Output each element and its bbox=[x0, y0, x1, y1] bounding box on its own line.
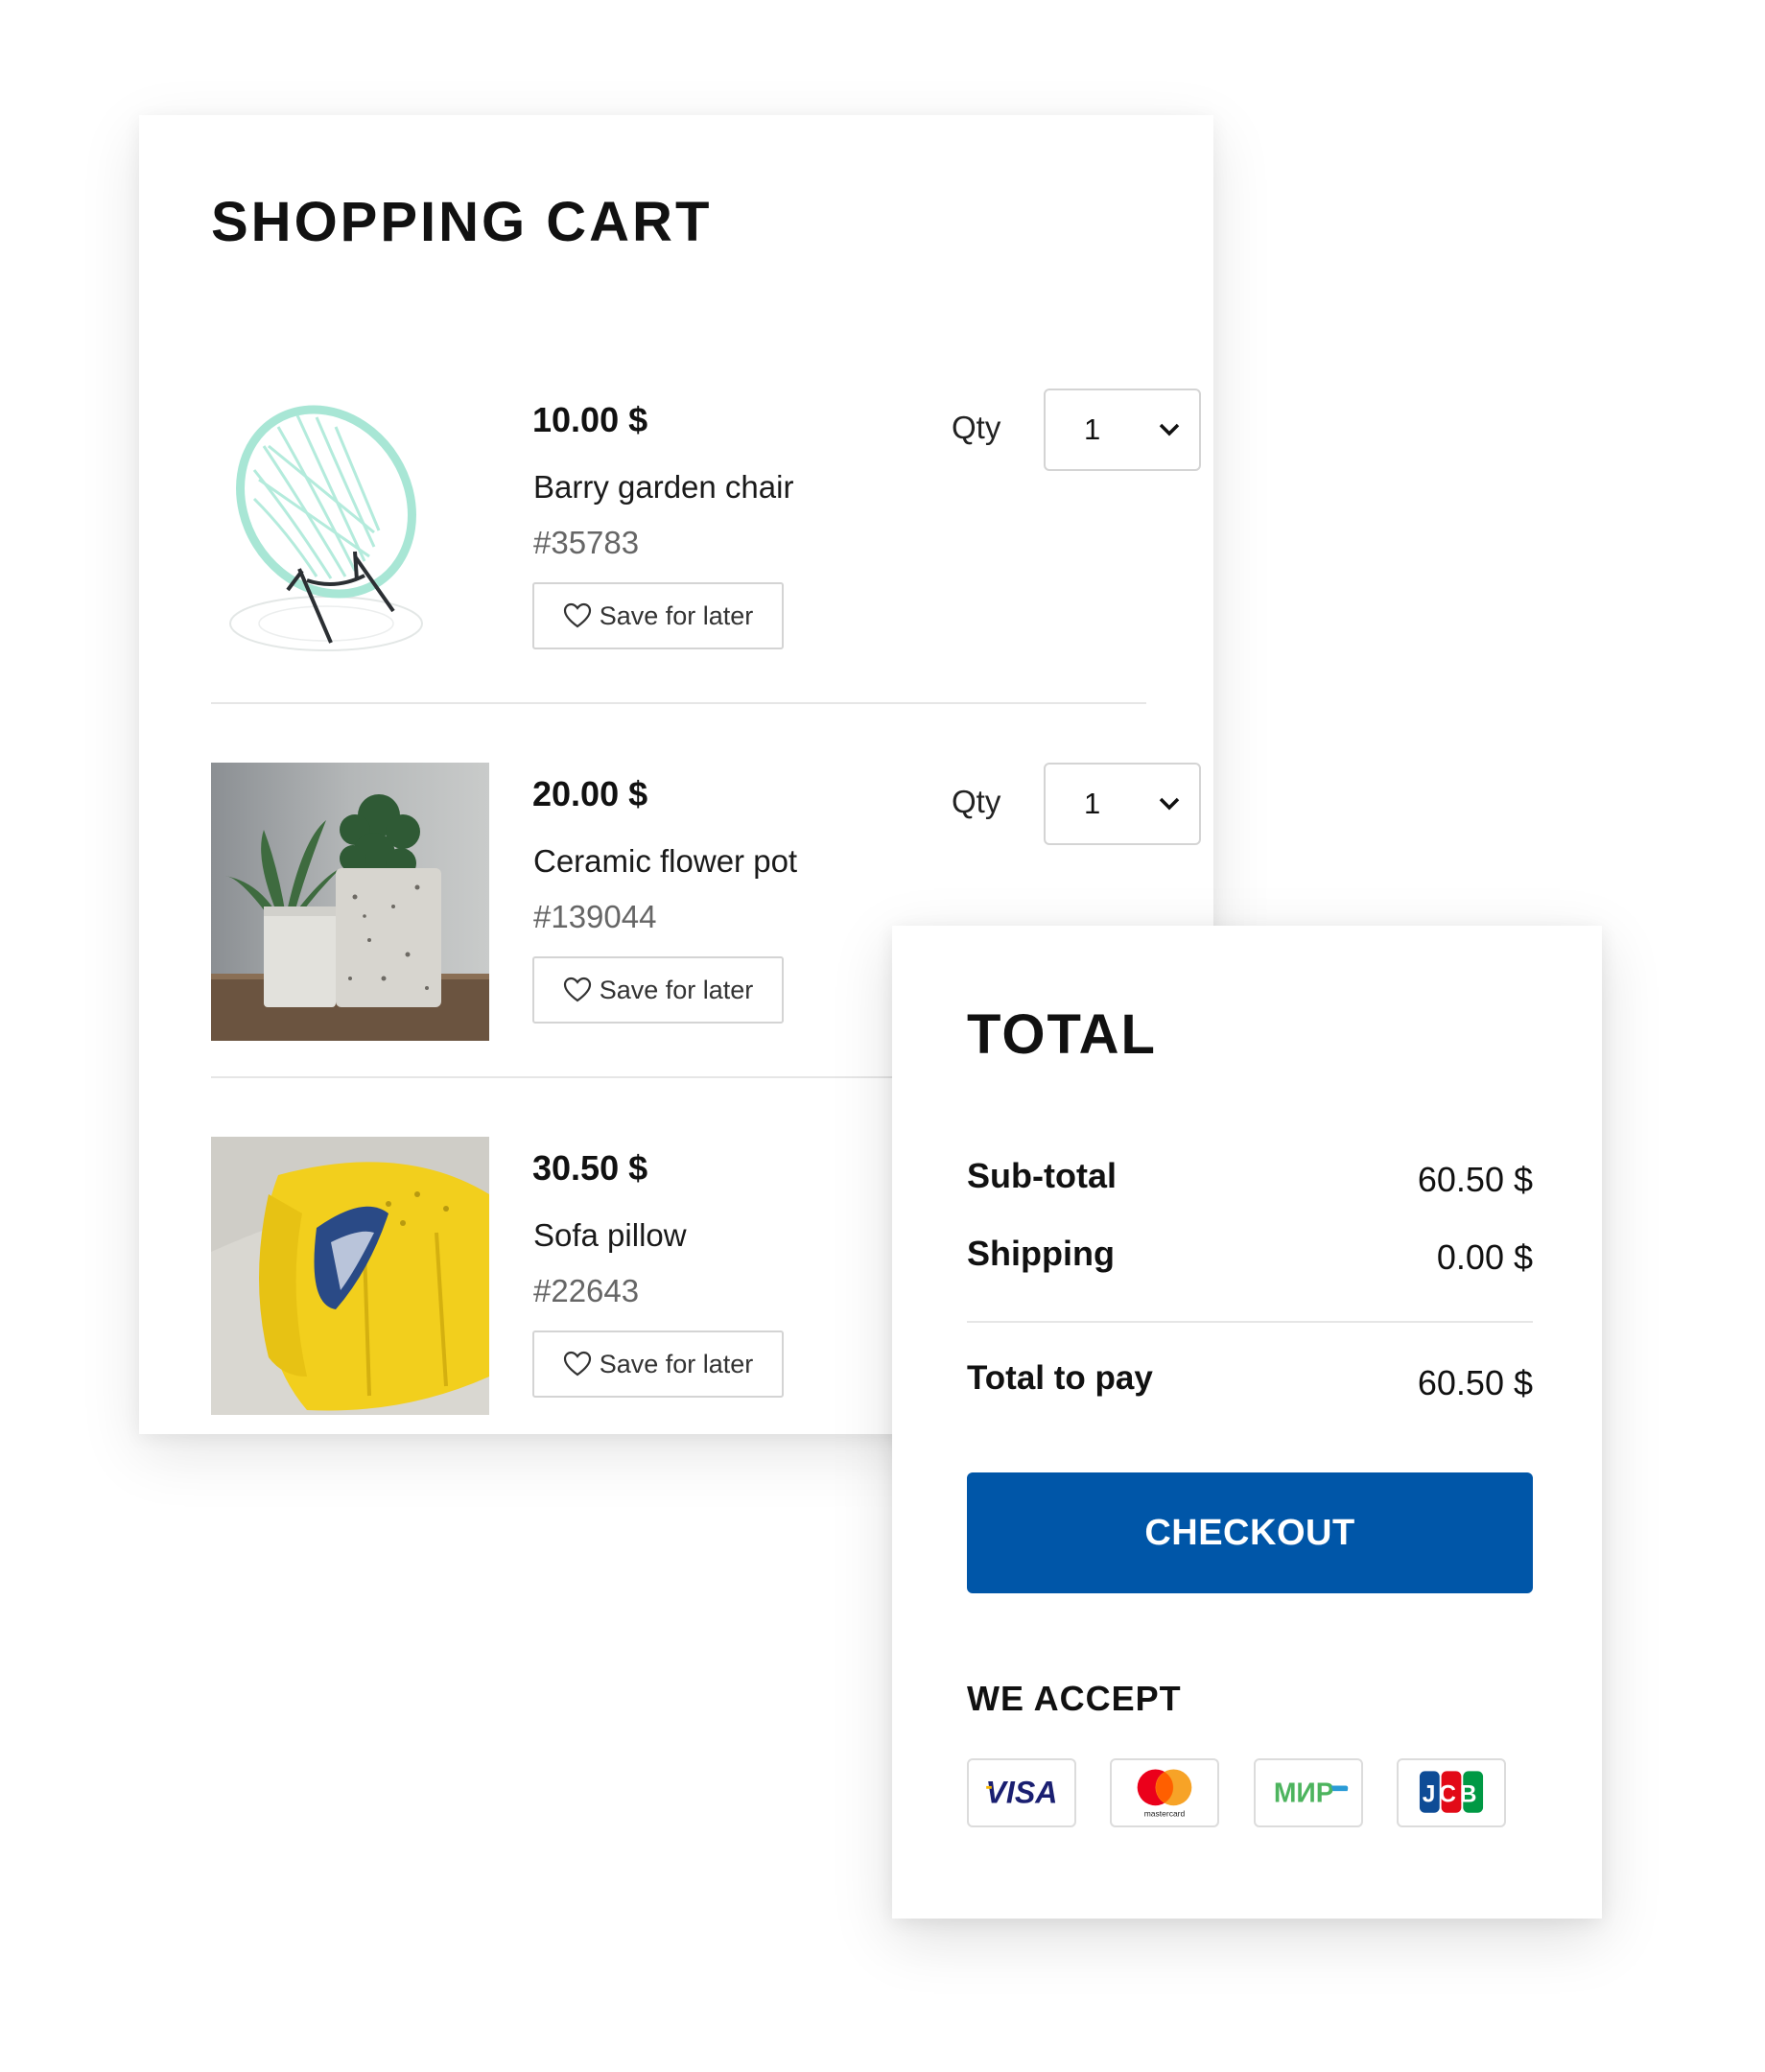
product-image-sofa-pillow bbox=[211, 1137, 489, 1415]
save-for-later-label: Save for later bbox=[599, 975, 754, 1004]
heart-icon bbox=[563, 1351, 591, 1377]
item-name[interactable]: Ceramic flower pot bbox=[533, 843, 797, 880]
mir-icon: МИР bbox=[1254, 1758, 1363, 1827]
we-accept-title: WE ACCEPT bbox=[967, 1679, 1182, 1718]
heart-icon bbox=[563, 602, 591, 628]
save-for-later-label: Save for later bbox=[599, 600, 754, 630]
save-for-later-label: Save for later bbox=[599, 1349, 754, 1378]
subtotal-value: 60.50 $ bbox=[1417, 1160, 1533, 1199]
jcb-icon: JCB bbox=[1397, 1758, 1506, 1827]
item-price: 10.00 $ bbox=[532, 400, 648, 439]
save-for-later-button[interactable]: Save for later bbox=[532, 582, 784, 649]
total-panel: TOTAL Sub-total 60.50 $ Shipping 0.00 $ … bbox=[892, 926, 1602, 1919]
item-name[interactable]: Barry garden chair bbox=[533, 469, 793, 506]
jcb-text: JCB bbox=[1423, 1781, 1480, 1807]
subtotal-row: Sub-total 60.50 $ bbox=[967, 1156, 1533, 1204]
product-image-flower-pot bbox=[211, 763, 489, 1041]
page: SHOPPING CART 10.00 $ Barry garden chair… bbox=[0, 0, 1765, 2072]
cart-item: 10.00 $ Barry garden chair #35783 Save f… bbox=[211, 388, 1201, 667]
item-sku: #35783 bbox=[533, 525, 640, 560]
item-price: 30.50 $ bbox=[532, 1148, 648, 1188]
shipping-row: Shipping 0.00 $ bbox=[967, 1234, 1533, 1282]
item-sku: #22643 bbox=[533, 1273, 640, 1308]
shipping-value: 0.00 $ bbox=[1436, 1237, 1533, 1277]
total-to-pay-label: Total to pay bbox=[967, 1359, 1153, 1397]
checkout-button[interactable]: CHECKOUT bbox=[967, 1472, 1533, 1593]
summary-divider bbox=[967, 1321, 1533, 1323]
shipping-label: Shipping bbox=[967, 1234, 1115, 1273]
total-to-pay-value: 60.50 $ bbox=[1417, 1363, 1533, 1402]
quantity-select[interactable]: 1 bbox=[1044, 388, 1201, 471]
quantity-value: 1 bbox=[1084, 412, 1101, 446]
item-price: 20.00 $ bbox=[532, 774, 648, 813]
quantity-value: 1 bbox=[1084, 787, 1101, 820]
save-for-later-button[interactable]: Save for later bbox=[532, 1330, 784, 1398]
chevron-down-icon bbox=[1159, 423, 1180, 436]
mir-text: МИР bbox=[1274, 1778, 1334, 1808]
cart-title: SHOPPING CART bbox=[211, 191, 713, 253]
quantity-select[interactable]: 1 bbox=[1044, 763, 1201, 845]
item-sku: #139044 bbox=[533, 899, 657, 934]
visa-icon: VISA bbox=[967, 1758, 1076, 1827]
total-to-pay-row: Total to pay 60.50 $ bbox=[967, 1359, 1533, 1407]
visa-text: VISA bbox=[986, 1775, 1058, 1809]
heart-icon bbox=[563, 977, 591, 1002]
mastercard-text: mastercard bbox=[1144, 1809, 1186, 1819]
product-image-chair bbox=[211, 388, 489, 667]
mastercard-icon: mastercard bbox=[1110, 1758, 1219, 1827]
subtotal-label: Sub-total bbox=[967, 1156, 1117, 1195]
chevron-down-icon bbox=[1159, 797, 1180, 811]
save-for-later-button[interactable]: Save for later bbox=[532, 956, 784, 1024]
item-divider bbox=[211, 702, 1146, 704]
qty-label: Qty bbox=[952, 410, 1001, 445]
item-name[interactable]: Sofa pillow bbox=[533, 1217, 687, 1254]
total-title: TOTAL bbox=[967, 1003, 1157, 1066]
qty-label: Qty bbox=[952, 784, 1001, 819]
